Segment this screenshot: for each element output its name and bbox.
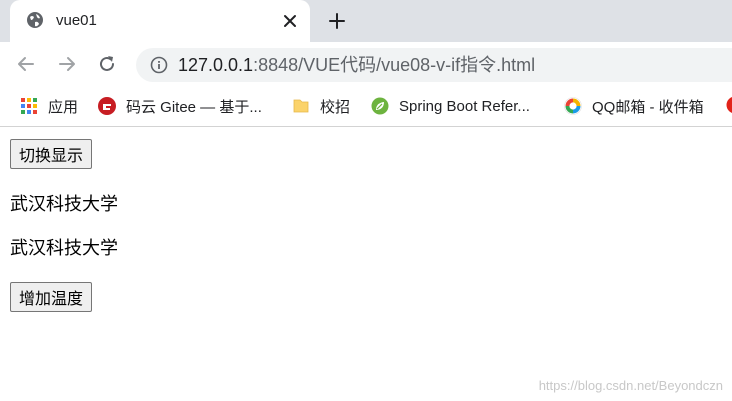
back-arrow-icon[interactable] [16,54,36,74]
bookmark-label: QQ邮箱 - 收件箱 [592,98,704,116]
close-icon[interactable] [282,13,298,29]
browser-toolbar: 127.0.0.1:8848/VUE代码/vue08-v-if指令.html [0,42,732,86]
forward-arrow-icon[interactable] [57,54,77,74]
watermark: https://blog.csdn.net/Beyondczn [538,378,723,393]
paragraph-university-1: 武汉科技大学 [10,194,118,215]
plus-icon[interactable] [328,12,346,30]
folder-icon [293,99,309,113]
bookmark-qq-mail[interactable]: QQ邮箱 - 收件箱 [564,95,704,117]
bookmark-gitee[interactable]: 码云 Gitee — 基于... [98,95,262,117]
bookmark-campus-recruit[interactable]: 校招 [292,95,350,117]
toggle-display-button[interactable]: 切换显示 [10,139,93,169]
bookmark-label: 码云 Gitee — 基于... [126,98,262,116]
url-host: 127.0.0.1 [178,55,254,75]
info-icon[interactable] [150,56,168,74]
bookmark-overflow-icon[interactable] [726,96,732,114]
qq-mail-icon [564,97,582,115]
bookmark-spring-boot[interactable]: Spring Boot Refer... [371,95,530,117]
tab-strip: vue01 [0,0,732,42]
gitee-icon [98,97,116,115]
increase-temperature-button[interactable]: 增加温度 [10,282,93,312]
reload-icon[interactable] [97,54,117,74]
paragraph-university-2: 武汉科技大学 [10,238,118,259]
bookmark-label: Spring Boot Refer... [399,97,530,115]
tab-title: vue01 [56,12,97,29]
globe-icon [27,12,43,28]
url-path: :8848/VUE代码/vue08-v-if指令.html [253,55,536,75]
page-content: 切换显示 武汉科技大学 武汉科技大学 增加温度 https://blog.csd… [0,127,732,401]
bookmark-apps[interactable]: 应用 [20,95,78,117]
bookmark-label: 应用 [48,98,79,116]
bookmark-label: 校招 [320,98,351,116]
url-text[interactable]: 127.0.0.1:8848/VUE代码/vue08-v-if指令.html [178,54,535,76]
address-bar[interactable]: 127.0.0.1:8848/VUE代码/vue08-v-if指令.html [136,48,732,82]
bookmarks-bar: 应用 码云 Gitee — 基于... 校招 Spring Boot Refer… [0,86,732,127]
apps-grid-icon [21,98,37,114]
tab-vue01[interactable]: vue01 [10,0,310,42]
spring-leaf-icon [371,97,389,115]
